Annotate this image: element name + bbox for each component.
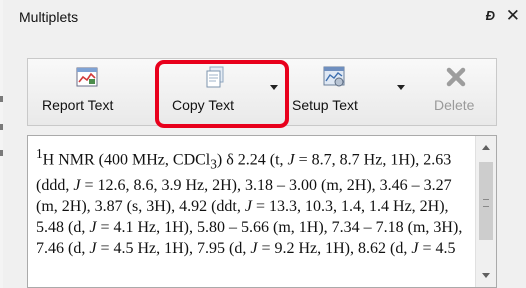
report-text-area[interactable]: 1H NMR (400 MHz, CDCl3) δ 2.24 (t, J = 8… — [27, 135, 497, 288]
setup-text-button[interactable]: Setup Text — [286, 59, 412, 127]
panel-title: Multiplets — [19, 9, 79, 25]
panel-title-bar: Multiplets Ɖ ✕ — [3, 0, 526, 38]
setup-text-label: Setup Text — [292, 97, 358, 113]
report-text-part: = 4.5 — [418, 239, 456, 257]
copy-text-highlight-box — [155, 60, 289, 128]
vertical-scrollbar[interactable] — [475, 136, 496, 287]
setup-icon — [323, 66, 345, 87]
report-text-label: Report Text — [42, 97, 114, 113]
close-icon[interactable]: ✕ — [506, 6, 520, 26]
report-text-part: = 9.2 Hz, 1H), 8.62 (d, — [257, 239, 412, 257]
coupling-constant-symbol: J — [244, 197, 252, 215]
report-text-part: = 4.5 Hz, 1H), 7.95 (d, — [96, 239, 251, 257]
grip-icon — [483, 199, 489, 207]
report-text-part: H NMR (400 MHz, CDCl — [42, 151, 211, 169]
setup-text-dropdown-arrow[interactable] — [397, 85, 405, 90]
report-text-part: ) δ 2.24 (t, — [216, 151, 288, 169]
coupling-constant-symbol: J — [287, 151, 295, 169]
report-text-button[interactable]: Report Text — [28, 59, 146, 127]
restore-icon[interactable]: Ɖ — [486, 8, 495, 23]
report-superscript: 1 — [36, 146, 43, 161]
nmr-report-text: 1H NMR (400 MHz, CDCl3) δ 2.24 (t, J = 8… — [36, 143, 472, 259]
report-subscript: 3 — [210, 156, 217, 172]
scrollbar-thumb[interactable] — [479, 162, 493, 240]
report-icon — [76, 67, 98, 87]
delete-icon — [446, 67, 466, 87]
delete-button[interactable]: Delete — [414, 59, 496, 127]
delete-label: Delete — [434, 97, 475, 113]
scroll-down-arrow-icon[interactable] — [482, 273, 490, 278]
scroll-up-arrow-icon[interactable] — [482, 145, 490, 150]
